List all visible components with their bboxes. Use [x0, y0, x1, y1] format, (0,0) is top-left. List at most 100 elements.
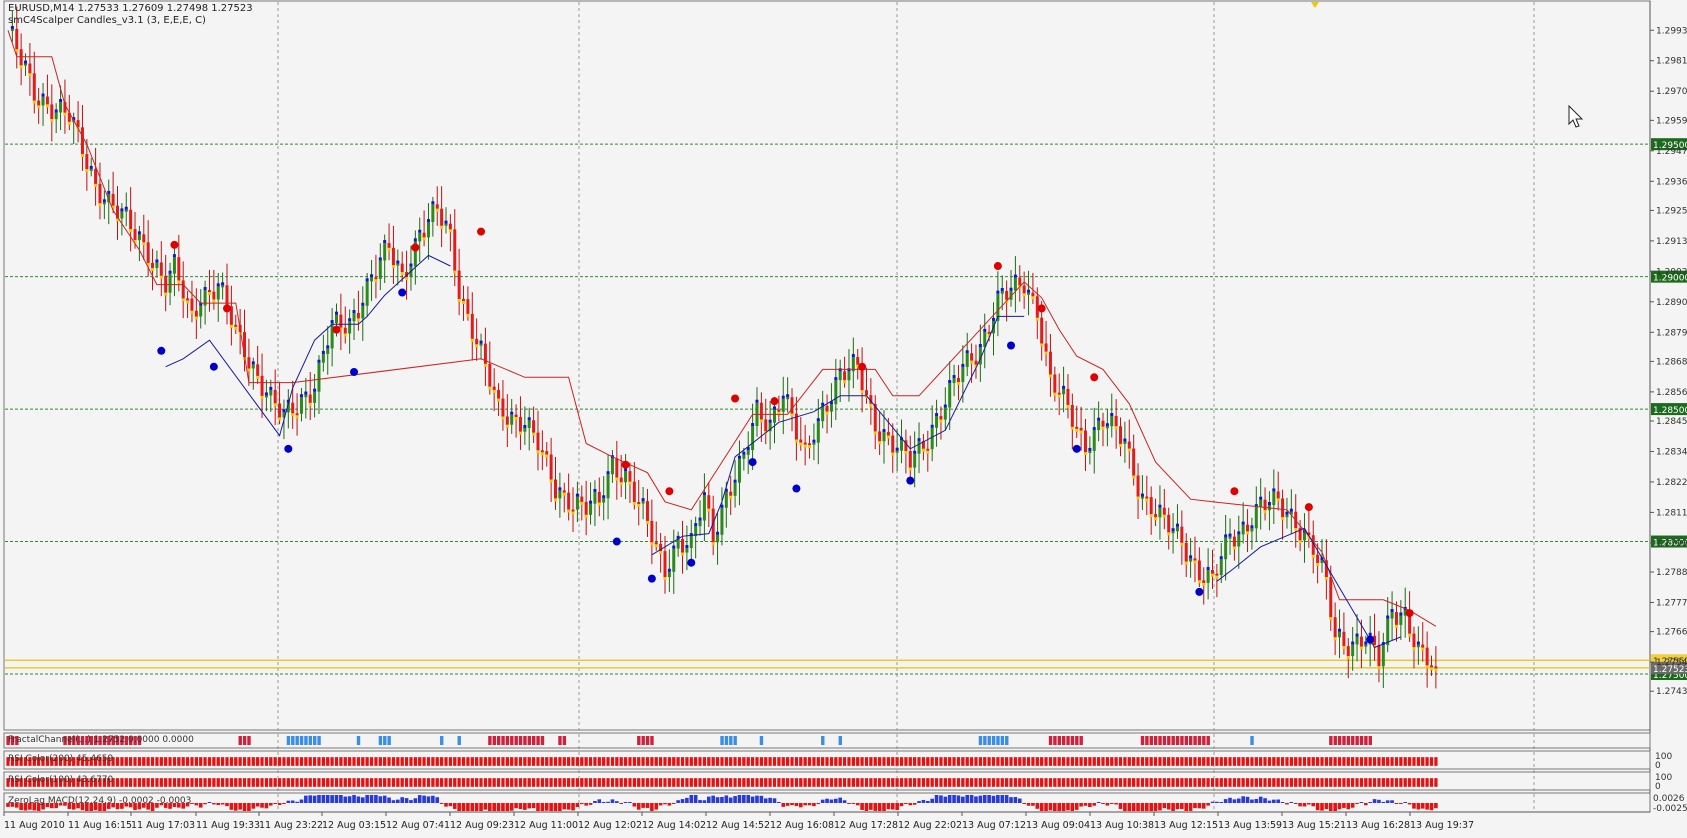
rsi-bar — [1376, 756, 1381, 767]
macd-bar — [1416, 803, 1421, 810]
rsi-bar — [715, 777, 720, 788]
rsi-bar — [426, 756, 431, 767]
rsi-bar — [1285, 777, 1289, 788]
fractal-label: FractalChannel(...) 1.2752 0.0000 0.0000 — [8, 735, 194, 745]
candle-tip-gold — [681, 552, 685, 556]
macd-bar — [1293, 803, 1298, 804]
macd-bar — [978, 795, 983, 803]
rsi-bar — [1149, 777, 1154, 788]
rsi-bar — [1079, 756, 1084, 767]
rsi-bar — [290, 777, 295, 788]
bear-candle — [777, 409, 781, 412]
rsi-bar — [1166, 777, 1171, 788]
candle-tip-gold — [37, 105, 41, 109]
bull-candle — [216, 286, 220, 300]
bull-candle — [746, 450, 750, 455]
candle-tip-blue — [1189, 555, 1193, 559]
bear-candle — [356, 313, 360, 319]
rsi-bar — [816, 756, 821, 767]
rsi-bar — [238, 756, 243, 767]
rsi-bar — [172, 777, 177, 788]
bull-candle — [821, 405, 825, 422]
fractal-mark — [291, 736, 295, 745]
macd-bar — [790, 803, 794, 806]
macd-bar — [1399, 803, 1403, 805]
rsi-bar — [982, 756, 987, 767]
rsi-bar — [1245, 777, 1250, 788]
rsi-bar — [991, 777, 996, 788]
candle-tip-gold — [374, 279, 378, 283]
macd-bar — [474, 803, 479, 811]
macd-bar — [435, 797, 440, 803]
price-tick-label: 1.28790 — [1656, 328, 1687, 338]
bull-candle — [667, 571, 671, 578]
candle-tip-gold — [1311, 554, 1315, 558]
rsi-bar — [448, 756, 453, 767]
macd-bar — [225, 803, 229, 807]
bull-candle — [742, 454, 746, 459]
price-chart[interactable]: 1.295001.290001.285001.280001.27500 1.27… — [0, 0, 1687, 834]
candle-tip-gold — [98, 203, 102, 207]
bear-candle — [584, 501, 588, 515]
macd-bar — [1372, 799, 1377, 803]
rsi-bar — [1346, 777, 1351, 788]
macd-bar — [917, 801, 921, 803]
rsi-bar — [838, 756, 843, 767]
candle-tip-gold — [1197, 580, 1201, 584]
macd-bar — [426, 796, 431, 803]
rsi-bar — [115, 777, 120, 788]
rsi-bar — [295, 756, 300, 767]
candle-tip-blue — [1000, 287, 1004, 291]
macd-bar — [1337, 803, 1342, 810]
macd-bar — [623, 802, 628, 803]
metatrader-chart-window[interactable]: 1.29500 1.29000 1.28500 1.28000 1.27500 1.27… — [0, 0, 1687, 834]
rsi-bar — [1083, 777, 1088, 788]
macd-bar — [387, 797, 391, 803]
rsi-bar — [487, 756, 492, 767]
rsi-bar — [1074, 756, 1079, 767]
rsi-bar — [1223, 777, 1228, 788]
rsi-bar — [575, 756, 580, 767]
candle-tip-blue — [851, 354, 855, 358]
rsi-bar — [1403, 756, 1408, 767]
rsi-bar — [1035, 756, 1040, 767]
bull-candle — [41, 96, 45, 106]
macd-bar — [1390, 800, 1394, 803]
candle-tip-blue — [558, 487, 562, 491]
candle-tip-gold — [514, 416, 518, 420]
candle-tip-blue — [1228, 533, 1232, 537]
fractal-mark — [1075, 736, 1079, 745]
rsi-bar — [689, 756, 694, 767]
price-tick-label: 1.27660 — [1656, 628, 1687, 638]
rsi-bar — [238, 777, 243, 788]
rsi-bar — [807, 756, 812, 767]
fractal-mark — [1070, 736, 1075, 745]
bear-candle — [278, 403, 282, 418]
bull-candle — [330, 323, 334, 349]
rsi-bar — [680, 756, 685, 767]
macd-bar — [1346, 803, 1351, 810]
rsi-bar — [899, 756, 904, 767]
bear-candle — [146, 242, 150, 263]
rsi-bar — [229, 756, 234, 767]
candle-tip-gold — [85, 169, 89, 173]
macd-bar — [864, 803, 869, 811]
rsi-bar — [1263, 756, 1268, 767]
fractal-mark — [1368, 736, 1372, 745]
rsi-bar — [465, 777, 470, 788]
rsi-bar — [168, 756, 173, 767]
bull-candle — [269, 389, 273, 396]
fractal-mark — [1184, 736, 1189, 745]
rsi-bar — [150, 777, 155, 788]
fractal-mark — [1079, 736, 1083, 745]
time-tick-label: 12 Aug 16:08 — [770, 820, 834, 831]
bull-candle — [1399, 615, 1403, 625]
candle-tip-gold — [711, 542, 715, 546]
rsi-bar — [579, 756, 584, 767]
macd-bar — [216, 803, 221, 805]
candle-tip-gold — [94, 183, 98, 187]
macd-bar — [965, 795, 970, 803]
rsi-bar — [1184, 777, 1189, 788]
rsi-bar — [194, 777, 199, 788]
rsi-bar — [1363, 777, 1368, 788]
